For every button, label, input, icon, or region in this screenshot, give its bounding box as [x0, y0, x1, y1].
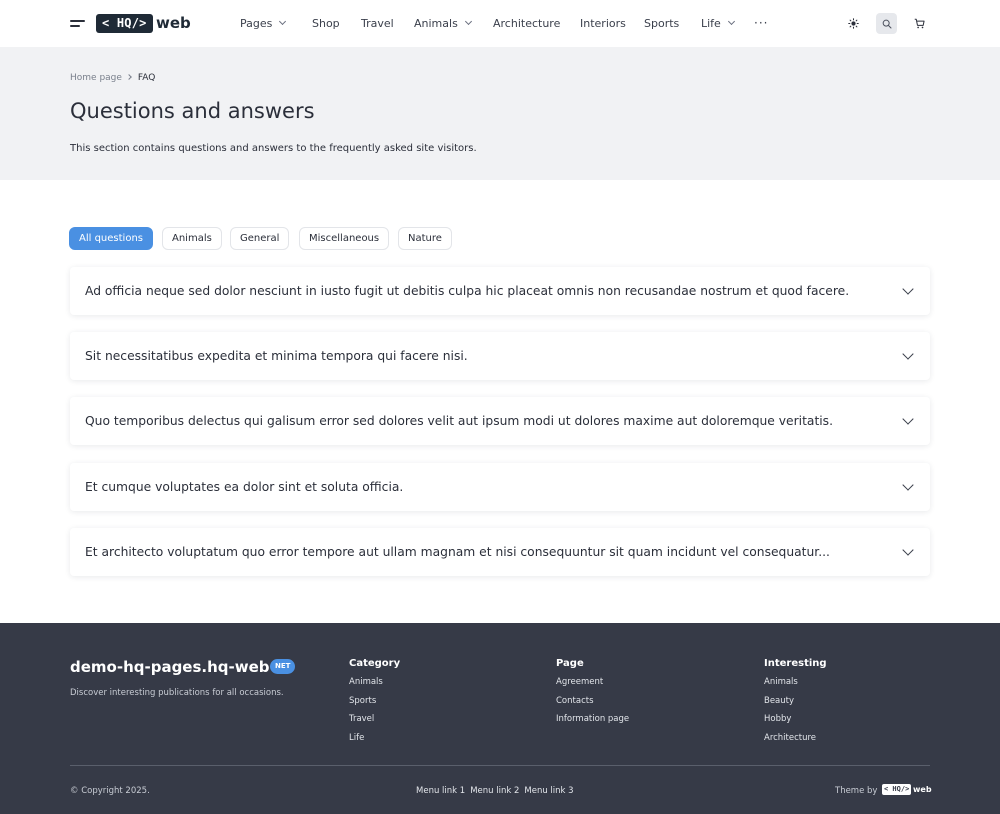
site-header: < HQ/> web Pages Shop Travel Animals Arc…	[0, 0, 1000, 47]
footer-column-title: Page	[556, 658, 584, 669]
footer-site-name[interactable]: demo-hq-pages.hq-web	[70, 657, 270, 677]
footer-menu-links: Menu link 1 Menu link 2 Menu link 3	[416, 785, 579, 797]
chevron-down-icon	[727, 17, 735, 26]
faq-question: Sit necessitatibus expedita et minima te…	[85, 349, 468, 363]
footer-link[interactable]: Sports	[349, 695, 400, 707]
hamburger-icon[interactable]	[70, 19, 85, 29]
nav-item-architecture[interactable]: Architecture	[493, 16, 560, 31]
chevron-down-icon	[902, 479, 914, 491]
nav-item-animals[interactable]: Animals	[414, 16, 472, 31]
nav-item-label: Animals	[414, 17, 458, 30]
filter-general[interactable]: General	[230, 227, 290, 250]
nav-item-label: Sports	[644, 17, 680, 30]
chevron-down-icon	[902, 413, 914, 425]
nav-item-shop[interactable]: Shop	[312, 16, 340, 31]
footer-link[interactable]: Hobby	[764, 713, 827, 725]
page-subtitle: This section contains questions and answ…	[70, 143, 477, 154]
sun-icon[interactable]	[843, 13, 864, 34]
nav-item-label: Interiors	[580, 17, 626, 30]
footer-menu-link[interactable]: Menu link 3	[524, 786, 573, 796]
nav-item-interiors[interactable]: Interiors	[580, 16, 626, 31]
faq-item[interactable]: Ad officia neque sed dolor nesciunt in i…	[70, 267, 930, 315]
footer-divider	[70, 765, 930, 766]
nav-item-label: Life	[701, 17, 721, 30]
filter-miscellaneous[interactable]: Miscellaneous	[299, 227, 390, 250]
footer-link[interactable]: Information page	[556, 713, 629, 725]
chevron-down-icon	[902, 283, 914, 295]
search-icon[interactable]	[876, 13, 897, 34]
nav-item-sports[interactable]: Sports	[644, 16, 679, 31]
footer-link[interactable]: Animals	[764, 676, 827, 688]
filter-nature[interactable]: Nature	[398, 227, 452, 250]
cart-icon[interactable]	[909, 13, 930, 34]
footer-copyright: © Copyright 2025.	[70, 786, 150, 796]
footer-description: Discover interesting publications for al…	[70, 688, 284, 698]
footer-link[interactable]: Architecture	[764, 732, 827, 744]
faq-question: Et cumque voluptates ea dolor sint et so…	[85, 480, 404, 494]
footer-link[interactable]: Animals	[349, 676, 400, 688]
chevron-right-icon	[126, 74, 132, 80]
faq-item[interactable]: Et architecto voluptatum quo error tempo…	[70, 528, 930, 576]
chevron-down-icon	[279, 17, 287, 26]
footer-column-title: Category	[349, 658, 401, 669]
site-footer: demo-hq-pages.hq-web NET Discover intere…	[0, 623, 1000, 814]
faq-question: Ad officia neque sed dolor nesciunt in i…	[85, 284, 850, 298]
footer-theme-by: Theme by	[835, 786, 878, 796]
footer-link[interactable]: Beauty	[764, 695, 827, 707]
nav-item-label: Architecture	[493, 17, 561, 30]
faq-question: Et architecto voluptatum quo error tempo…	[85, 545, 830, 559]
more-menu-button[interactable]: ···	[754, 16, 768, 30]
breadcrumb-home[interactable]: Home page	[70, 73, 122, 83]
nav-item-life[interactable]: Life	[701, 16, 735, 31]
footer-menu-link[interactable]: Menu link 1	[416, 786, 465, 796]
footer-menu-link[interactable]: Menu link 2	[470, 786, 519, 796]
logo[interactable]: < HQ/>	[96, 14, 153, 33]
nav-item-label: Pages	[240, 17, 273, 30]
footer-column-title: Interesting	[764, 658, 827, 669]
footer-link[interactable]: Travel	[349, 713, 400, 725]
logo-suffix[interactable]: web	[156, 13, 191, 33]
footer-column-interesting: Interesting Animals Beauty Hobby Archite…	[764, 657, 827, 750]
footer-column-category: Category Animals Sports Travel Life	[349, 657, 400, 750]
breadcrumb: Home page FAQ	[70, 72, 155, 84]
breadcrumb-current: FAQ	[137, 73, 156, 83]
chevron-down-icon	[464, 17, 472, 26]
nav-item-label: Shop	[312, 17, 340, 30]
page-hero: Home page FAQ Questions and answers This …	[0, 47, 1000, 180]
footer-theme-logo-suffix[interactable]: web	[913, 784, 932, 795]
page-title: Questions and answers	[70, 99, 315, 123]
nav-item-label: Travel	[361, 17, 394, 30]
nav-item-pages[interactable]: Pages	[240, 16, 287, 31]
footer-column-page: Page Agreement Contacts Information page	[556, 657, 629, 732]
footer-link[interactable]: Contacts	[556, 695, 629, 707]
footer-theme-logo[interactable]: < HQ/>	[882, 784, 912, 795]
filter-animals[interactable]: Animals	[162, 227, 222, 250]
filter-all-questions[interactable]: All questions	[69, 227, 153, 250]
faq-item[interactable]: Et cumque voluptates ea dolor sint et so…	[70, 463, 930, 511]
faq-item[interactable]: Quo temporibus delectus qui galisum erro…	[70, 397, 930, 445]
faq-item[interactable]: Sit necessitatibus expedita et minima te…	[70, 332, 930, 380]
faq-question: Quo temporibus delectus qui galisum erro…	[85, 414, 834, 428]
chevron-down-icon	[902, 348, 914, 360]
footer-link[interactable]: Life	[349, 732, 400, 744]
chevron-down-icon	[902, 544, 914, 556]
footer-link[interactable]: Agreement	[556, 676, 629, 688]
nav-item-travel[interactable]: Travel	[361, 16, 394, 31]
footer-badge: NET	[270, 659, 296, 674]
